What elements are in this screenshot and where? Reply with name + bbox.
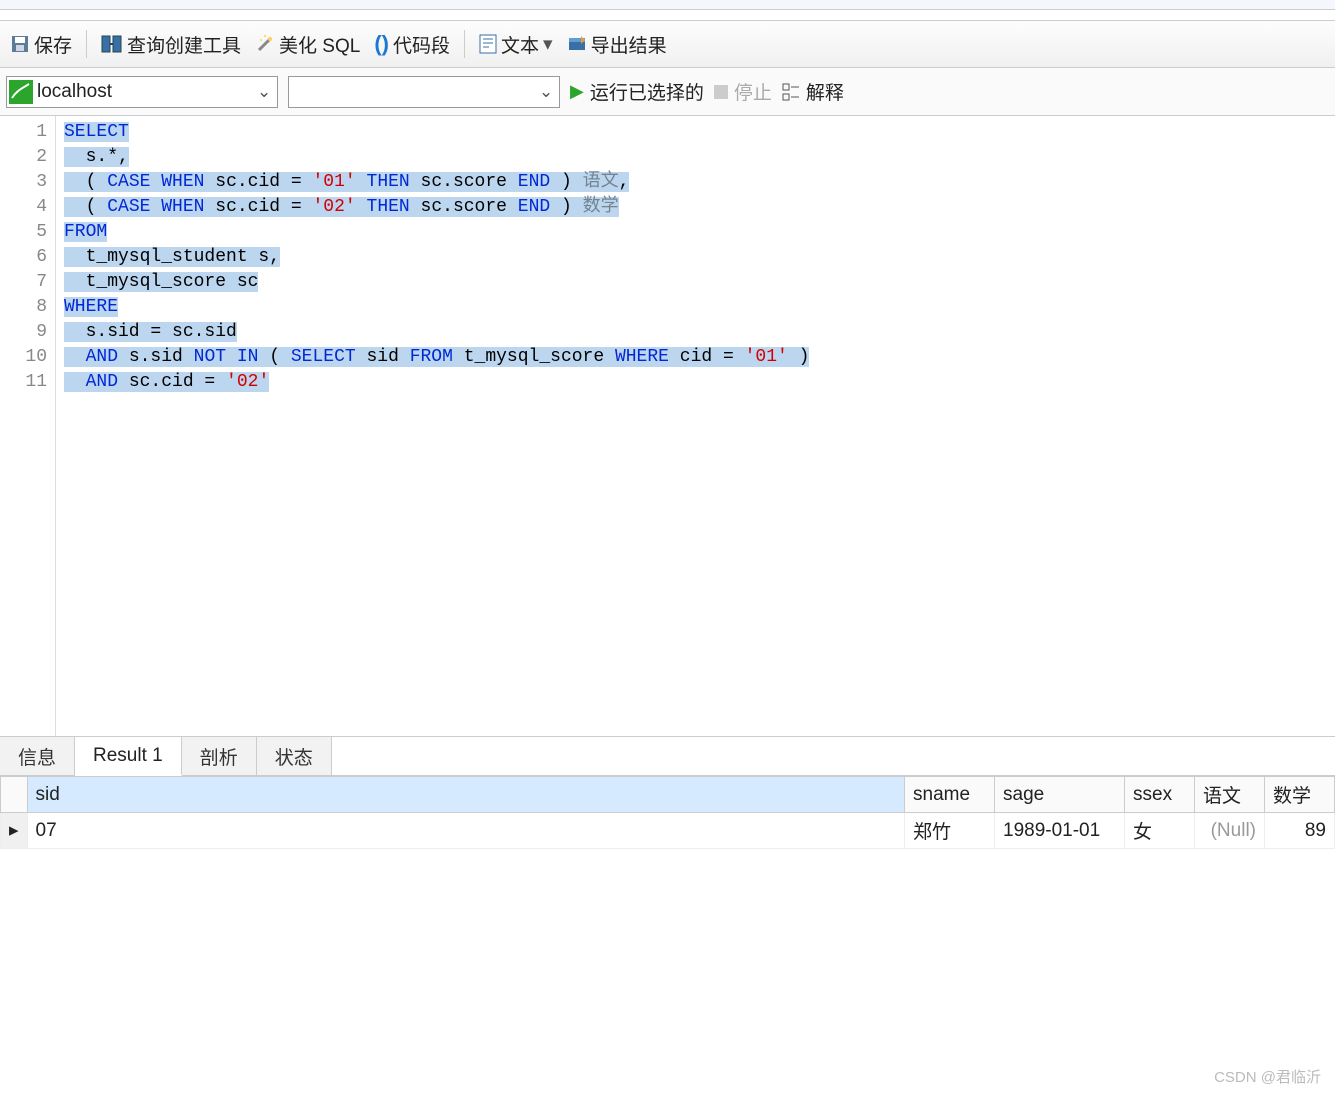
query-builder-label: 查询创建工具 xyxy=(127,31,241,58)
query-builder-button[interactable]: 查询创建工具 xyxy=(97,29,245,60)
code-area[interactable]: SELECT s.*, ( CASE WHEN sc.cid = '01' TH… xyxy=(56,116,1335,736)
table-row[interactable]: ▸07郑竹1989-01-01女(Null)89 xyxy=(1,813,1335,849)
export-button[interactable]: 导出结果 xyxy=(563,29,671,60)
wand-icon xyxy=(255,34,275,54)
export-label: 导出结果 xyxy=(591,31,667,58)
snippet-icon: () xyxy=(374,31,389,57)
connection-icon xyxy=(7,78,35,106)
divider xyxy=(86,30,87,58)
main-toolbar: 保存 查询创建工具 美化 SQL () 代码段 文本 ▾ 导出结果 xyxy=(0,20,1335,68)
snippet-label: 代码段 xyxy=(393,31,450,58)
connection-label: localhost xyxy=(35,81,257,103)
snippet-button[interactable]: () 代码段 xyxy=(370,29,454,60)
result-tabs: 信息 Result 1 剖析 状态 xyxy=(0,736,1335,776)
cell[interactable]: 女 xyxy=(1125,813,1195,849)
result-table[interactable]: sidsnamesagessex语文数学 ▸07郑竹1989-01-01女(Nu… xyxy=(0,776,1335,849)
cell[interactable]: 郑竹 xyxy=(905,813,995,849)
column-header[interactable]: sage xyxy=(995,777,1125,813)
column-header[interactable]: sname xyxy=(905,777,995,813)
query-builder-icon xyxy=(101,34,123,54)
play-icon: ▶ xyxy=(570,81,584,102)
divider xyxy=(464,30,465,58)
save-label: 保存 xyxy=(34,31,72,58)
save-button[interactable]: 保存 xyxy=(6,29,76,60)
text-label: 文本 xyxy=(501,31,539,58)
text-icon xyxy=(479,34,497,54)
explain-icon xyxy=(782,83,800,101)
cell[interactable]: 89 xyxy=(1265,813,1335,849)
row-marker: ▸ xyxy=(1,813,28,849)
cell[interactable]: 07 xyxy=(27,813,904,849)
connection-toolbar: localhost ⌄ ⌄ ▶ 运行已选择的 停止 解释 xyxy=(0,68,1335,116)
row-marker-header xyxy=(1,777,28,813)
sql-editor[interactable]: 1234567891011 SELECT s.*, ( CASE WHEN sc… xyxy=(0,116,1335,736)
explain-label: 解释 xyxy=(806,78,844,105)
stop-button: 停止 xyxy=(714,78,772,105)
explain-button[interactable]: 解释 xyxy=(782,78,844,105)
run-selected-button[interactable]: ▶ 运行已选择的 xyxy=(570,78,704,105)
tab-result1[interactable]: Result 1 xyxy=(75,737,182,776)
stop-icon xyxy=(714,85,728,99)
tab-profile[interactable]: 剖析 xyxy=(182,737,257,775)
cell[interactable]: (Null) xyxy=(1195,813,1265,849)
line-gutter: 1234567891011 xyxy=(0,116,56,736)
tab-status[interactable]: 状态 xyxy=(257,737,332,775)
stop-label: 停止 xyxy=(734,78,772,105)
beautify-button[interactable]: 美化 SQL xyxy=(251,29,364,60)
text-button[interactable]: 文本 ▾ xyxy=(475,29,557,60)
export-icon xyxy=(567,34,587,54)
column-header[interactable]: ssex xyxy=(1125,777,1195,813)
beautify-label: 美化 SQL xyxy=(279,31,360,58)
run-selected-label: 运行已选择的 xyxy=(590,78,704,105)
column-header[interactable]: sid xyxy=(27,777,904,813)
chevron-down-icon: ▾ xyxy=(543,33,553,56)
column-header[interactable]: 语文 xyxy=(1195,777,1265,813)
watermark: CSDN @君临沂 xyxy=(1214,1066,1321,1087)
database-select[interactable]: ⌄ xyxy=(288,76,560,108)
chevron-down-icon: ⌄ xyxy=(257,82,277,102)
connection-select[interactable]: localhost ⌄ xyxy=(6,76,278,108)
save-icon xyxy=(10,34,30,54)
chevron-down-icon: ⌄ xyxy=(539,82,559,102)
column-header[interactable]: 数学 xyxy=(1265,777,1335,813)
cell[interactable]: 1989-01-01 xyxy=(995,813,1125,849)
tab-info[interactable]: 信息 xyxy=(0,737,75,775)
